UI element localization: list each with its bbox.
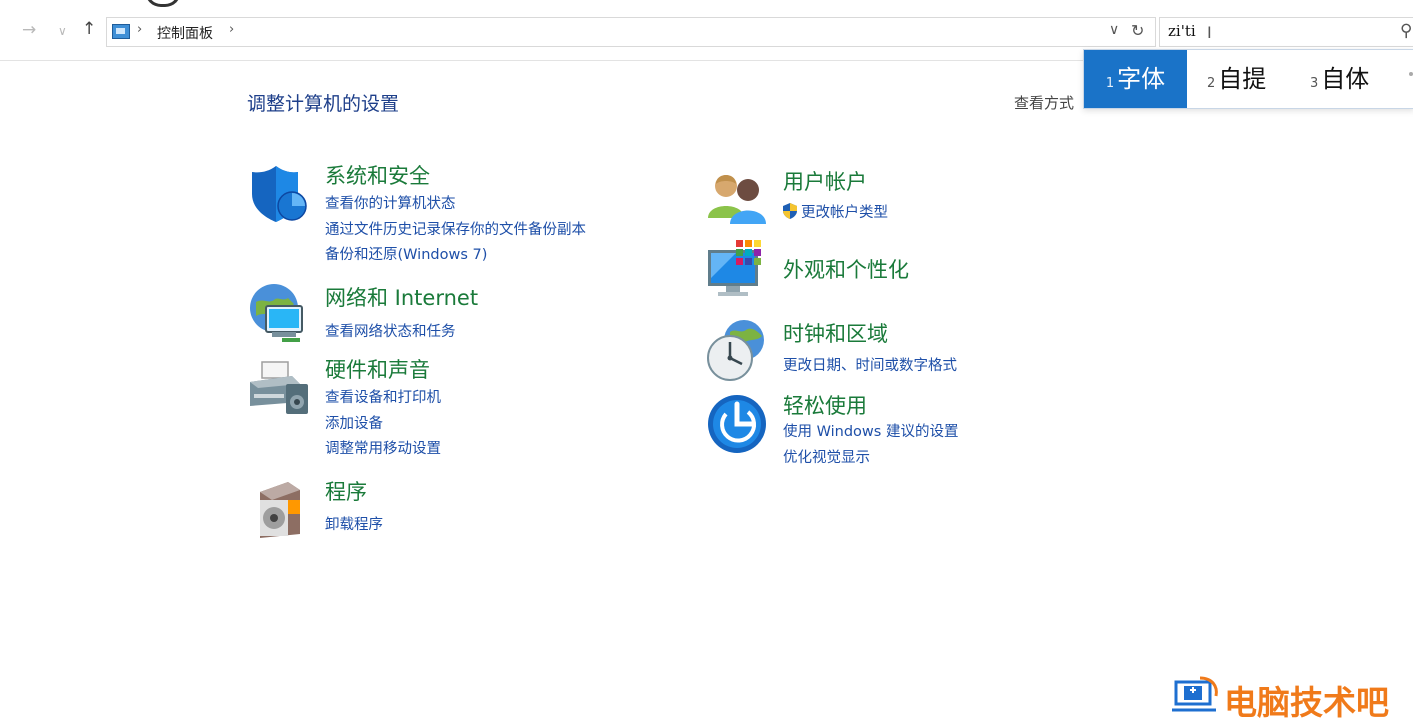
text-cursor-icon: I (1207, 23, 1212, 42)
shield-icon (252, 166, 307, 222)
page-title: 调整计算机的设置 (247, 93, 400, 115)
printer-speaker-icon (250, 361, 308, 414)
display-personalization-icon (708, 240, 761, 296)
refresh-icon[interactable]: ↻ (1131, 21, 1144, 40)
category-title[interactable]: 用户帐户 (783, 166, 867, 196)
breadcrumb-control-panel[interactable]: 控制面板 (157, 23, 213, 43)
breadcrumb-separator[interactable]: › (137, 22, 142, 37)
recent-locations-button[interactable]: ∨ (58, 24, 67, 38)
link-optimize-visual-display[interactable]: 优化视觉显示 (783, 446, 870, 467)
ime-candidate-2[interactable]: 2 自提 (1207, 50, 1266, 108)
clock-globe-icon (707, 320, 764, 381)
candidate-text: 自体 (1321, 65, 1370, 93)
back-button[interactable]: → (22, 20, 36, 40)
breadcrumb-separator[interactable]: › (229, 22, 234, 37)
candidate-number: 2 (1207, 76, 1216, 91)
link-change-account-type[interactable]: 更改帐户类型 (783, 201, 888, 222)
link-view-computer-status[interactable]: 查看你的计算机状态 (325, 192, 456, 213)
link-file-history-backup[interactable]: 通过文件历史记录保存你的文件备份副本 (325, 218, 586, 239)
category-title[interactable]: 轻松使用 (783, 390, 867, 420)
candidate-number: 3 (1310, 76, 1319, 91)
search-box[interactable]: zi'ti I ⚲ (1159, 17, 1413, 47)
ease-of-access-icon (708, 395, 766, 453)
ime-candidate-3[interactable]: 3 自体 (1310, 50, 1369, 108)
link-network-status[interactable]: 查看网络状态和任务 (325, 320, 456, 341)
link-add-device[interactable]: 添加设备 (325, 412, 383, 433)
title-bar-fragment (145, 0, 181, 7)
ime-candidate-1[interactable]: 1 字体 (1084, 50, 1187, 108)
link-devices-printers[interactable]: 查看设备和打印机 (325, 386, 441, 407)
link-windows-suggested-settings[interactable]: 使用 Windows 建议的设置 (783, 420, 958, 441)
control-panel-icon (112, 24, 130, 39)
up-button[interactable]: ↑ (82, 19, 96, 39)
link-uninstall-program[interactable]: 卸载程序 (325, 513, 383, 534)
uac-shield-icon (783, 203, 797, 219)
link-date-time-format[interactable]: 更改日期、时间或数字格式 (783, 354, 957, 375)
users-icon (708, 175, 766, 224)
watermark-text: 电脑技术吧 (1224, 683, 1389, 722)
programs-disc-icon (260, 482, 300, 538)
watermark: 电脑技术吧 (1170, 676, 1389, 722)
search-input[interactable]: zi'ti (1168, 22, 1196, 40)
view-by-label: 查看方式 (1014, 94, 1075, 112)
watermark-logo-icon (1172, 676, 1218, 712)
network-globe-icon (250, 284, 303, 342)
candidate-number: 1 (1105, 76, 1115, 91)
category-title[interactable]: 硬件和声音 (325, 354, 430, 384)
link-text: 更改帐户类型 (801, 205, 888, 221)
more-candidates-icon[interactable] (1409, 72, 1413, 76)
link-mobility-settings[interactable]: 调整常用移动设置 (325, 437, 441, 458)
address-dropdown-icon[interactable]: ∨ (1109, 22, 1119, 38)
link-backup-restore[interactable]: 备份和还原(Windows 7) (325, 243, 487, 264)
search-icon[interactable]: ⚲ (1400, 21, 1412, 41)
ime-candidate-window: 1 字体 2 自提 3 自体 (1083, 49, 1413, 109)
category-title[interactable]: 程序 (325, 476, 367, 506)
address-bar[interactable]: › 控制面板 › ∨ ↻ (106, 17, 1156, 47)
candidate-text: 自提 (1218, 65, 1267, 93)
category-title[interactable]: 时钟和区域 (783, 318, 888, 348)
category-title[interactable]: 外观和个性化 (783, 254, 909, 284)
category-title[interactable]: 系统和安全 (325, 160, 430, 190)
candidate-text: 字体 (1117, 65, 1166, 93)
category-title[interactable]: 网络和 Internet (325, 282, 478, 312)
